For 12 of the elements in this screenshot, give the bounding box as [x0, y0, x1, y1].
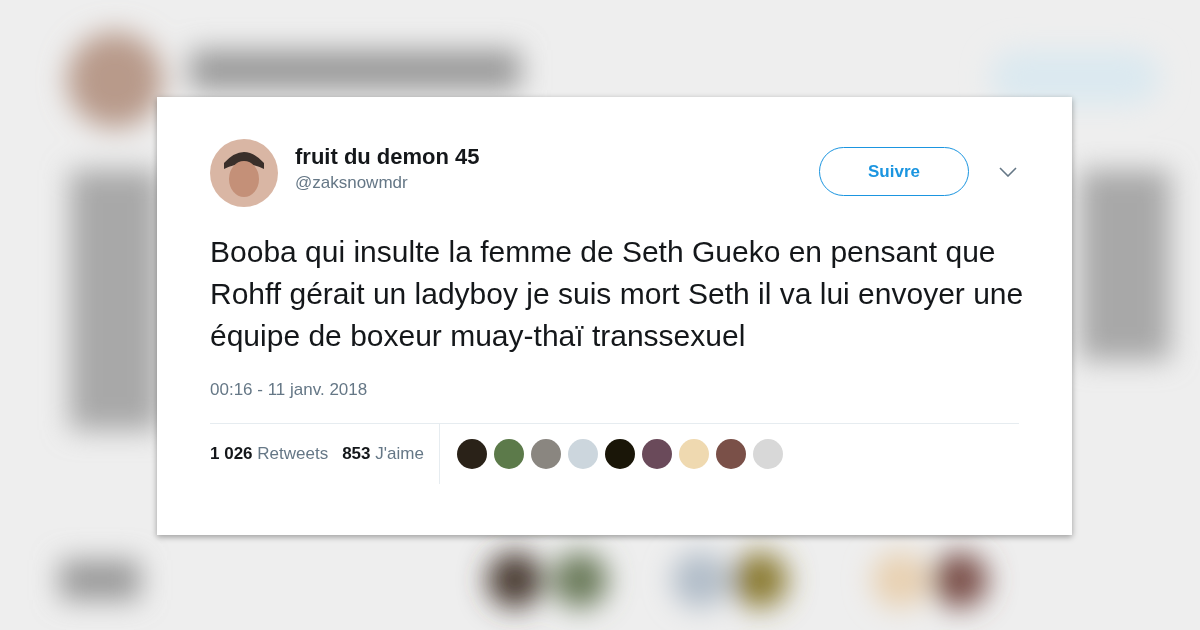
chevron-down-icon[interactable] [999, 167, 1017, 177]
liker-avatar[interactable] [604, 438, 635, 469]
retweet-count[interactable]: 1 026 Retweets [210, 440, 329, 467]
tweet-text: Booba qui insulte la femme de Seth Gueko en pensant que Rohff gérait un ladyboy je suis mort Seth il va lui envoyer une équipe de boxeur muay-thaï transsexuel [210, 234, 1025, 354]
liker-avatar[interactable] [715, 438, 746, 469]
author-name[interactable]: fruit du demon 45 [295, 143, 480, 171]
tweet-timestamp[interactable]: 00:16 - 11 janv. 2018 [210, 380, 368, 399]
liker-avatar[interactable] [641, 438, 672, 469]
liker-avatar[interactable] [456, 438, 487, 469]
avatar [210, 139, 278, 207]
like-count[interactable]: 853 J'aime [342, 440, 424, 467]
author-handle[interactable]: @zaksnowmdr [295, 171, 480, 195]
